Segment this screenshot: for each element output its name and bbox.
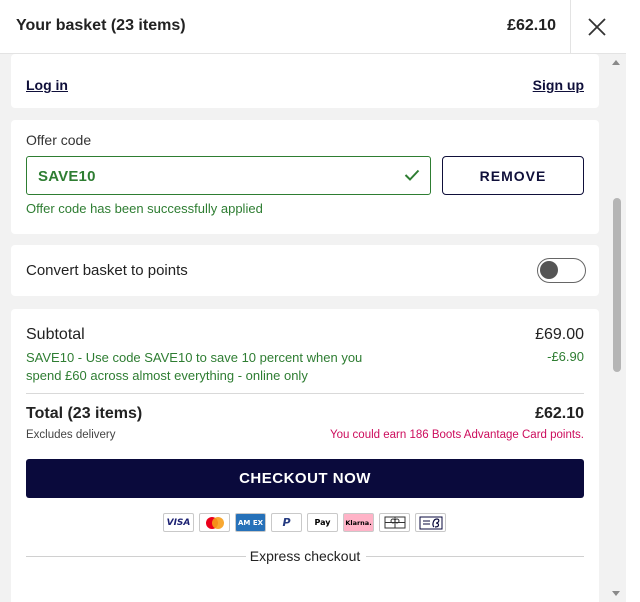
- account-card: Log in Sign up: [11, 54, 599, 108]
- paypal-icon: P: [271, 513, 302, 532]
- scroll-up-arrow-icon[interactable]: [612, 60, 620, 65]
- signup-link[interactable]: Sign up: [533, 77, 584, 93]
- close-icon: [588, 18, 606, 36]
- toggle-knob: [540, 261, 558, 279]
- payment-methods: VISA AM EX P Pay Klarna.: [163, 513, 446, 533]
- offer-code-input[interactable]: SAVE10: [26, 156, 431, 195]
- gift-card-icon: [379, 513, 410, 532]
- offer-code-value: SAVE10: [38, 168, 96, 185]
- order-summary-card: Subtotal £69.00 SAVE10 - Use code SAVE10…: [11, 309, 599, 602]
- summary-divider: [26, 393, 584, 394]
- convert-points-label: Convert basket to points: [26, 262, 188, 279]
- offer-code-label: Offer code: [26, 132, 92, 148]
- scrollbar-thumb[interactable]: [613, 198, 621, 372]
- basket-title: Your basket (23 items): [16, 17, 186, 34]
- amex-icon: AM EX: [235, 513, 266, 532]
- header-divider: [570, 0, 571, 54]
- subtotal-label: Subtotal: [26, 326, 85, 343]
- basket-header-total: £62.10: [507, 17, 556, 34]
- promo-discount-value: -£6.90: [547, 349, 584, 364]
- page-edge: [626, 0, 640, 602]
- basket-header: Your basket (23 items) £62.10: [0, 0, 626, 54]
- subtotal-value: £69.00: [535, 326, 584, 343]
- remove-offer-button[interactable]: REMOVE: [442, 156, 584, 195]
- convert-points-card: Convert basket to points: [11, 245, 599, 296]
- total-value: £62.10: [535, 405, 584, 422]
- offer-success-message: Offer code has been successfully applied: [26, 201, 263, 216]
- klarna-icon: Klarna.: [343, 513, 374, 532]
- total-label: Total (23 items): [26, 405, 143, 422]
- convert-points-toggle[interactable]: [537, 258, 586, 283]
- close-button[interactable]: [580, 11, 614, 43]
- promo-description: SAVE10 - Use code SAVE10 to save 10 perc…: [26, 350, 363, 383]
- apple-pay-icon: Pay: [307, 513, 338, 532]
- visa-icon: VISA: [163, 513, 194, 532]
- express-divider-right: [366, 556, 584, 557]
- advantage-points-text: You could earn 186 Boots Advantage Card …: [329, 429, 584, 441]
- login-link[interactable]: Log in: [26, 77, 68, 93]
- boots-card-icon: [415, 513, 446, 532]
- checkout-now-button[interactable]: CHECKOUT NOW: [26, 459, 584, 498]
- mastercard-icon: [199, 513, 230, 532]
- scrollbar[interactable]: [608, 54, 626, 602]
- check-icon: [404, 169, 420, 181]
- scroll-down-arrow-icon[interactable]: [612, 591, 620, 596]
- offer-code-card: Offer code SAVE10 REMOVE Offer code has …: [11, 120, 599, 234]
- excludes-delivery-text: Excludes delivery: [26, 429, 116, 441]
